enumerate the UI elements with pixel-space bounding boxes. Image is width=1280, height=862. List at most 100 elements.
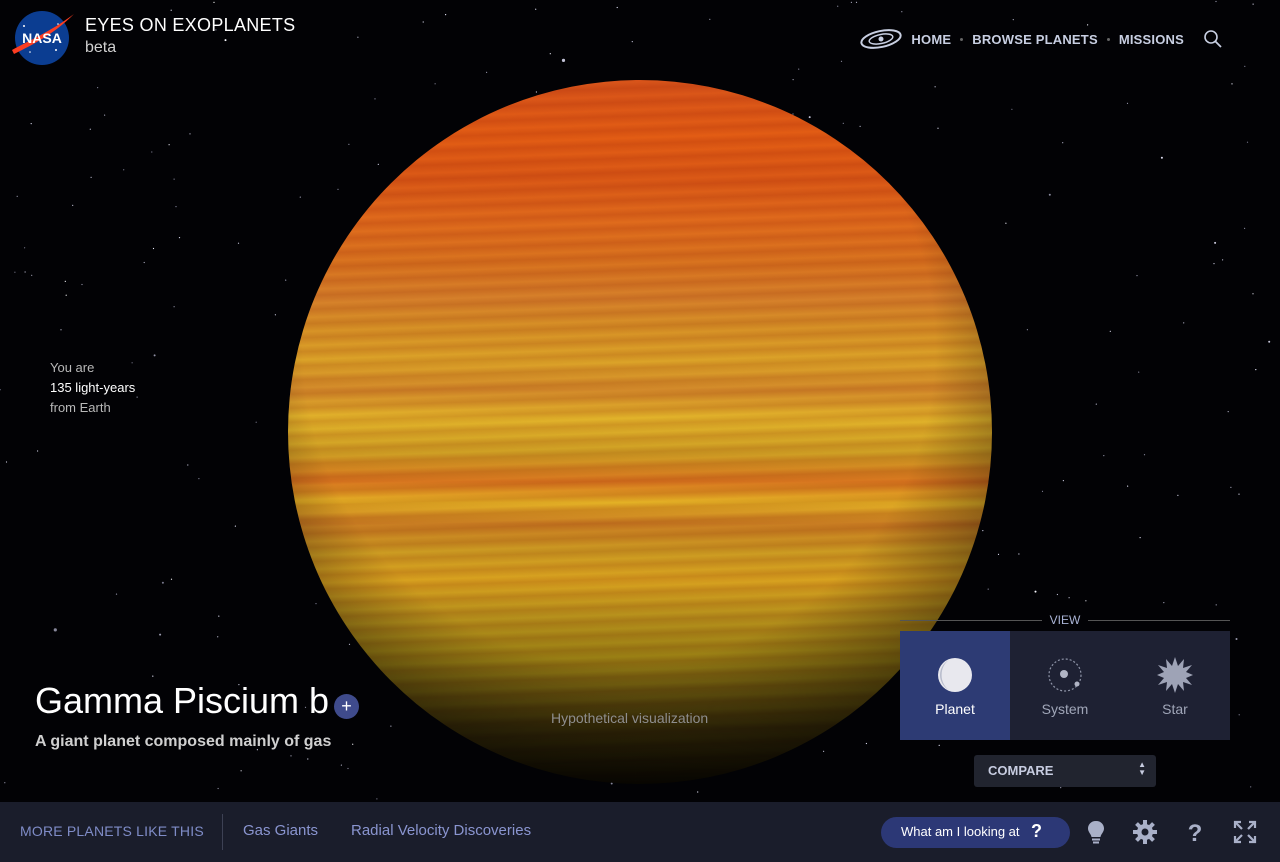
star-dot [934, 86, 936, 88]
nasa-logo[interactable]: NASA [10, 10, 74, 66]
star-dot [307, 758, 309, 760]
star-dot [159, 633, 162, 636]
view-star-label: Star [1162, 701, 1188, 717]
view-system-button[interactable]: System [1010, 631, 1120, 740]
star-dot [997, 553, 1000, 556]
distance-value: 135 light-years [50, 380, 136, 395]
star-icon [1157, 657, 1193, 693]
star-dot [5, 461, 8, 463]
star-dot [64, 280, 66, 282]
star-dot [1255, 369, 1257, 371]
planet-name: Gamma Piscium b [35, 680, 330, 721]
add-button[interactable]: + [334, 694, 359, 719]
category-gas-giants[interactable]: Gas Giants [243, 822, 318, 839]
view-star-button[interactable]: Star [1120, 631, 1230, 740]
star-dot [115, 593, 118, 595]
star-dot [549, 53, 551, 55]
star-dot [1215, 604, 1217, 606]
distance-line-1: You are [50, 360, 95, 375]
nav-home[interactable]: HOME [911, 32, 951, 47]
star-dot [1136, 275, 1138, 277]
top-nav: HOME BROWSE PLANETS MISSIONS [859, 24, 1224, 54]
view-selector: Planet System Star [900, 631, 1230, 740]
star-dot [348, 143, 350, 145]
star-dot [1183, 322, 1185, 324]
what-am-i-looking-at-button[interactable]: What am I looking at ? [881, 817, 1070, 848]
star-dot [792, 79, 794, 81]
star-dot [340, 764, 342, 766]
view-system-label: System [1041, 701, 1089, 717]
star-dot [189, 133, 191, 135]
star-dot [1246, 141, 1249, 143]
star-dot [535, 91, 538, 93]
star-dot [37, 450, 39, 452]
site-title[interactable]: EYES ON EXOPLANETS [85, 15, 295, 36]
view-label: VIEW [900, 612, 1230, 628]
star-dot [823, 750, 825, 752]
nav-separator [960, 37, 964, 41]
star-dot [1222, 259, 1224, 261]
star-dot [224, 39, 227, 42]
what-button-label: What am I looking at [901, 824, 1020, 839]
star-dot [901, 11, 903, 13]
question-icon: ? [1031, 821, 1042, 841]
star-dot [1062, 480, 1064, 482]
star-dot [1214, 241, 1217, 244]
star-dot [837, 5, 839, 7]
search-icon[interactable] [1202, 28, 1224, 50]
compare-label: COMPARE [988, 763, 1054, 778]
lightbulb-icon[interactable] [1083, 819, 1109, 845]
planet-render[interactable] [288, 80, 992, 784]
view-planet-button[interactable]: Planet [900, 631, 1010, 740]
star-dot [1252, 3, 1254, 5]
star-dot [1126, 102, 1129, 104]
star-dot [376, 798, 378, 800]
star-dot [234, 525, 236, 527]
star-dot [798, 68, 800, 70]
star-dot [1034, 590, 1037, 593]
star-dot [151, 151, 153, 153]
star-dot [842, 122, 844, 124]
star-dot [840, 60, 843, 62]
star-dot [982, 530, 984, 532]
compare-dropdown[interactable]: COMPARE ▲ ▼ [974, 755, 1156, 787]
star-dot [65, 294, 67, 296]
bottom-bar: MORE PLANETS LIKE THIS Gas Giants Radial… [0, 802, 1280, 862]
star-dot [170, 9, 172, 11]
star-dot [1177, 494, 1179, 496]
star-dot [89, 128, 91, 130]
gear-icon[interactable] [1132, 819, 1158, 845]
star-dot [1095, 403, 1097, 405]
more-planets-label: MORE PLANETS LIKE THIS [20, 823, 204, 839]
distance-readout: You are 135 light-years from Earth [50, 358, 135, 418]
nav-browse-planets[interactable]: BROWSE PLANETS [972, 32, 1098, 47]
star-dot [390, 725, 392, 727]
view-label-text: VIEW [1049, 613, 1081, 627]
star-dot [709, 18, 711, 20]
help-icon[interactable]: ? [1182, 819, 1208, 845]
star-dot [337, 188, 339, 190]
star-dot [1244, 227, 1246, 229]
planet-icon [938, 658, 972, 692]
star-dot [152, 247, 155, 250]
star-dot [315, 603, 317, 605]
star-dot [1231, 83, 1233, 85]
star-dot [31, 274, 33, 276]
star-dot [1026, 329, 1028, 331]
category-radial-velocity[interactable]: Radial Velocity Discoveries [351, 822, 531, 839]
star-dot [855, 1, 858, 3]
star-dot [1085, 600, 1087, 602]
fullscreen-icon[interactable] [1232, 819, 1258, 845]
star-dot [153, 354, 156, 357]
bottom-divider [222, 814, 223, 850]
star-dot [255, 421, 257, 423]
galaxy-icon[interactable] [859, 25, 903, 53]
star-dot [535, 8, 537, 10]
nav-missions[interactable]: MISSIONS [1119, 32, 1184, 47]
star-dot [1215, 0, 1217, 3]
star-dot [1252, 293, 1254, 295]
view-planet-label: Planet [935, 701, 975, 717]
star-dot [143, 261, 145, 264]
star-dot [1018, 553, 1020, 555]
star-dot [136, 396, 138, 398]
